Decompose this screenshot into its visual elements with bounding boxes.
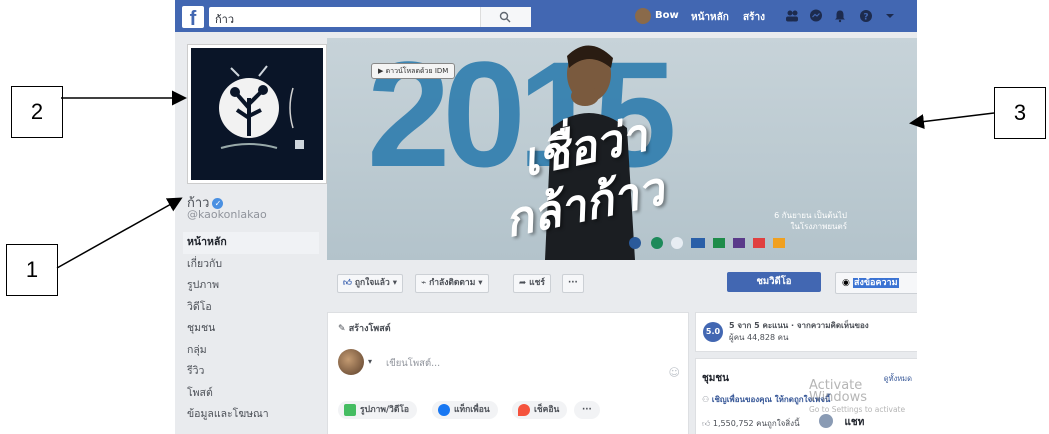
watermark-line1: Activate Windows	[809, 378, 868, 405]
create-link[interactable]: สร้าง	[743, 10, 765, 25]
release-line2: ในโรงภาพยนตร์	[790, 222, 847, 231]
svg-text:?: ?	[863, 13, 868, 23]
help-icon[interactable]: ?	[859, 9, 873, 23]
create-post-card: ✎ สร้างโพสต์ ▾ เขียนโพสต์... ☺ รูปภาพ/วิ…	[327, 312, 689, 434]
rating-summary[interactable]: 5 จาก 5 คะแนน · จากความคิดเห็นของผู้คน 4…	[729, 320, 917, 344]
friend-requests-icon[interactable]	[785, 9, 799, 23]
create-post-header: ✎ สร้างโพสต์	[338, 321, 391, 335]
annotation-label-2: 2	[11, 86, 63, 138]
search-input[interactable]: ก้าว	[209, 7, 531, 27]
home-link[interactable]: หน้าหลัก	[691, 10, 729, 25]
follow-button[interactable]: ⌁ กำลังติดตาม ▾	[415, 274, 489, 293]
follow-label: กำลังติดตาม	[429, 278, 476, 288]
side-nav-community[interactable]: ชุมชน	[183, 318, 319, 340]
photo-video-button[interactable]: รูปภาพ/วิดีโอ	[338, 401, 418, 419]
like-label: ถูกใจแล้ว	[354, 278, 390, 288]
side-nav-home[interactable]: หน้าหลัก	[183, 232, 319, 254]
location-pin-icon	[518, 404, 530, 416]
more-actions-button[interactable]: ···	[562, 274, 584, 293]
photo-video-label: รูปภาพ/วิดีโอ	[360, 405, 410, 415]
top-navigation-bar: f ก้าว Bow หน้าหลัก สร้าง ?	[175, 0, 917, 32]
chat-label: แชท	[844, 417, 865, 428]
thumbs-up-icon: 👍︎	[343, 278, 352, 288]
side-nav-reviews[interactable]: รีวิว	[183, 361, 319, 383]
facebook-page-screenshot: f ก้าว Bow หน้าหลัก สร้าง ? ก้าว ✓ @kaok…	[175, 0, 917, 434]
idm-download-button[interactable]: ▶ ดาวน์โหลดด้วย IDM	[371, 63, 456, 79]
watch-video-button[interactable]: ชมวิดีโอ	[727, 272, 821, 292]
page-side-navigation: หน้าหลัก เกี่ยวกับ รูปภาพ วิดีโอ ชุมชน ก…	[183, 232, 319, 426]
side-nav-info-ads[interactable]: ข้อมูลและโฆษณา	[183, 404, 319, 426]
rating-line1: 5 จาก 5 คะแนน · จากความคิดเห็นของ	[729, 321, 869, 330]
account-menu-caret-icon[interactable]	[883, 9, 897, 23]
create-post-label: สร้างโพสต์	[348, 324, 391, 334]
sponsor-logos	[629, 237, 785, 249]
poster-avatar[interactable]	[338, 349, 364, 375]
user-name-link[interactable]: Bow	[655, 10, 679, 21]
arrow-1	[56, 197, 183, 269]
side-nav-photos[interactable]: รูปภาพ	[183, 275, 319, 297]
send-message-button[interactable]: ◉ ส่งข้อความ	[835, 272, 917, 294]
side-nav-videos[interactable]: วิดีโอ	[183, 297, 319, 319]
photo-icon	[344, 404, 356, 416]
side-nav-about[interactable]: เกี่ยวกับ	[183, 254, 319, 276]
search-icon	[499, 11, 511, 23]
idm-download-label: ดาวน์โหลดด้วย IDM	[385, 67, 449, 75]
profile-picture[interactable]	[187, 44, 327, 184]
send-message-label: ส่งข้อความ	[853, 278, 899, 288]
share-button[interactable]: ➦ แชร์	[513, 274, 551, 293]
rss-icon: ⌁	[421, 278, 427, 288]
share-label: แชร์	[529, 278, 545, 288]
community-title: ชุมชน	[702, 373, 730, 384]
like-button[interactable]: 👍︎ ถูกใจแล้ว ▾	[337, 274, 403, 293]
side-nav-posts[interactable]: โพสต์	[183, 383, 319, 405]
facebook-logo-icon[interactable]: f	[182, 6, 204, 28]
chat-bar[interactable]: แชท	[819, 414, 917, 434]
page-handle[interactable]: @kaokonlakao	[187, 208, 267, 221]
rating-card: 5.0 5 จาก 5 คะแนน · จากความคิดเห็นของผู้…	[695, 312, 917, 352]
user-avatar[interactable]	[635, 8, 651, 24]
search-input-value: ก้าว	[215, 13, 235, 26]
cover-photo[interactable]: 2015 เชื่อว่า กล้าก้าว ▶ ดาวน์โหลดด้วย ID…	[327, 38, 917, 260]
tag-friends-label: แท็กเพื่อน	[454, 405, 490, 415]
release-line1: 6 กันยายน เป็นต้นไป	[774, 211, 847, 220]
chat-avatar-icon	[819, 414, 833, 428]
page-action-bar: 👍︎ ถูกใจแล้ว ▾ ⌁ กำลังติดตาม ▾ ➦ แชร์ ··…	[327, 270, 917, 296]
rating-line2: ผู้คน 44,828 คน	[729, 333, 789, 342]
tag-friends-button[interactable]: แท็กเพื่อน	[432, 401, 498, 419]
arrow-3	[909, 112, 995, 129]
annotation-label-3: 3	[994, 87, 1046, 139]
check-in-button[interactable]: เช็คอิน	[512, 401, 568, 419]
share-arrow-icon: ➦	[519, 278, 527, 288]
messenger-icon: ◉	[842, 278, 850, 288]
pencil-icon: ✎	[338, 324, 346, 334]
profile-picture-image	[191, 48, 323, 180]
page-likes-count: 1,550,752 คนถูกใจสิ่งนี้	[712, 419, 800, 428]
emoji-icon[interactable]: ☺	[669, 366, 680, 379]
check-in-label: เช็คอิน	[534, 405, 560, 415]
avatar-dropdown-caret-icon[interactable]: ▾	[368, 357, 372, 366]
invite-friends-icon: ⚇	[702, 395, 710, 404]
post-composer-input[interactable]: เขียนโพสต์...	[386, 356, 440, 371]
side-nav-groups[interactable]: กลุ่ม	[183, 340, 319, 362]
messenger-icon[interactable]	[809, 9, 823, 23]
rating-score-badge: 5.0	[703, 322, 723, 342]
tree-emblem-icon	[219, 65, 304, 149]
page-likes-row: 👍︎ 1,550,752 คนถูกใจสิ่งนี้	[702, 417, 800, 430]
more-post-options-button[interactable]: ···	[574, 401, 600, 419]
activate-windows-watermark: Activate Windows Go to Settings to activa…	[809, 378, 917, 416]
notifications-bell-icon[interactable]	[833, 9, 847, 23]
search-button[interactable]	[480, 7, 531, 27]
cover-release-date: 6 กันยายน เป็นต้นไปในโรงภาพยนตร์	[774, 210, 847, 232]
tag-friends-icon	[438, 404, 450, 416]
thumbs-up-small-icon: 👍︎	[702, 419, 711, 428]
annotation-label-1: 1	[6, 244, 58, 296]
